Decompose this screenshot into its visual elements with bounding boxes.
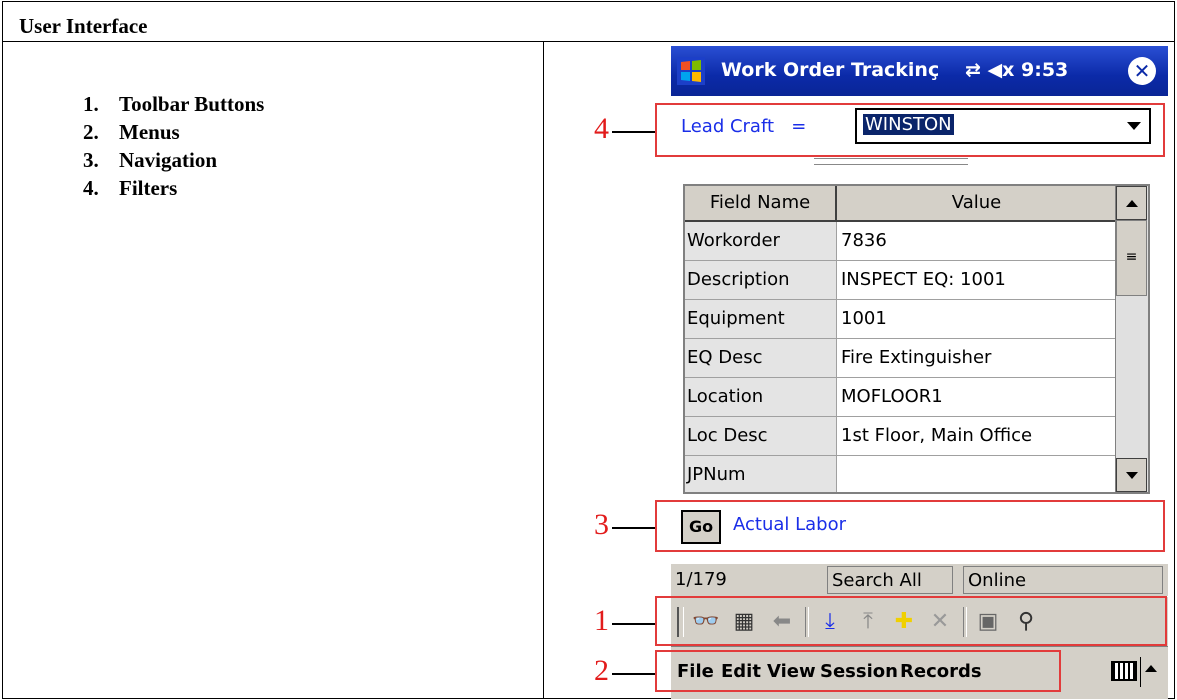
- chevron-up-icon: [1126, 200, 1138, 207]
- page-title: User Interface: [19, 14, 148, 38]
- field-name-cell: Loc Desc: [685, 417, 837, 455]
- column-header-field-name[interactable]: Field Name: [685, 186, 837, 220]
- value-cell[interactable]: 1001: [837, 300, 1120, 338]
- close-icon[interactable]: ✕: [1128, 57, 1156, 85]
- table-row[interactable]: Description INSPECT EQ: 1001: [685, 261, 1118, 300]
- grid-header: Field Name Value: [685, 186, 1118, 222]
- callout-number-4: 4: [594, 112, 609, 145]
- field-name-cell: Description: [685, 261, 837, 299]
- legend-label: Toolbar Buttons: [119, 92, 265, 116]
- legend-number: 3.: [83, 148, 99, 172]
- callout-leader: [612, 527, 655, 529]
- search-mode[interactable]: Search All: [827, 566, 953, 594]
- scroll-up-button[interactable]: [1116, 186, 1147, 220]
- connection-mode[interactable]: Online: [963, 566, 1163, 594]
- legend-item-toolbar-buttons: 1. Toolbar Buttons: [83, 90, 264, 118]
- record-grid: Field Name Value Workorder 7836 Descript…: [683, 184, 1150, 494]
- app-title: Work Order Trackinç: [721, 59, 940, 81]
- value-cell[interactable]: [837, 456, 1120, 492]
- legend-item-menus: 2. Menus: [83, 118, 264, 146]
- record-counter: 1/179: [675, 569, 727, 590]
- keyboard-separator: [1140, 657, 1141, 687]
- title-bar: Work Order Trackinç ⇄ ◀x 9:53 ✕: [671, 46, 1168, 96]
- legend-label: Menus: [119, 120, 180, 144]
- callout-leader: [612, 673, 655, 675]
- callout-number-1: 1: [594, 604, 609, 637]
- callout-number-3: 3: [594, 508, 609, 541]
- splitter-handle[interactable]: [814, 158, 968, 165]
- legend-label: Filters: [119, 176, 178, 200]
- field-name-cell: Equipment: [685, 300, 837, 338]
- value-cell[interactable]: Fire Extinguisher: [837, 339, 1120, 377]
- callout-box-filters: [655, 103, 1165, 157]
- column-divider: [543, 42, 544, 698]
- scroll-thumb[interactable]: ≡: [1116, 220, 1147, 296]
- callout-leader: [612, 623, 655, 625]
- legend-item-navigation: 3. Navigation: [83, 146, 264, 174]
- table-row[interactable]: Location MOFLOOR1: [685, 378, 1118, 417]
- column-header-value[interactable]: Value: [837, 186, 1118, 220]
- keyboard-icon[interactable]: [1111, 661, 1137, 681]
- value-cell[interactable]: 7836: [837, 222, 1120, 260]
- table-row[interactable]: Equipment 1001: [685, 300, 1118, 339]
- field-name-cell: Workorder: [685, 222, 837, 260]
- field-name-cell: Location: [685, 378, 837, 416]
- value-cell[interactable]: INSPECT EQ: 1001: [837, 261, 1120, 299]
- vertical-scrollbar[interactable]: ≡: [1115, 186, 1148, 492]
- status-bar: 1/179 Search All Online: [671, 564, 1168, 596]
- table-row[interactable]: Loc Desc 1st Floor, Main Office: [685, 417, 1118, 456]
- chevron-down-icon: [1126, 472, 1138, 479]
- callout-leader: [612, 131, 655, 133]
- legend-label: Navigation: [119, 148, 218, 172]
- table-header: User Interface: [3, 2, 1174, 42]
- table-row[interactable]: JPNum: [685, 456, 1120, 492]
- legend-number: 4.: [83, 176, 99, 200]
- scroll-down-button[interactable]: [1116, 458, 1147, 492]
- chevron-up-icon[interactable]: [1145, 665, 1157, 672]
- callout-box-toolbar: [655, 596, 1167, 646]
- legend-number: 1.: [83, 92, 99, 116]
- legend-number: 2.: [83, 120, 99, 144]
- legend-item-filters: 4. Filters: [83, 174, 264, 202]
- legend-list: 1. Toolbar Buttons 2. Menus 3. Navigation 4…: [83, 90, 264, 202]
- callout-number-2: 2: [594, 654, 609, 687]
- system-status[interactable]: ⇄ ◀x 9:53: [965, 59, 1068, 81]
- field-name-cell: JPNum: [685, 456, 837, 492]
- windows-start-icon[interactable]: [677, 57, 705, 85]
- table-row[interactable]: EQ Desc Fire Extinguisher: [685, 339, 1118, 378]
- table-row[interactable]: Workorder 7836: [685, 222, 1118, 261]
- value-cell[interactable]: 1st Floor, Main Office: [837, 417, 1120, 455]
- callout-box-menus: [655, 650, 1061, 692]
- value-cell[interactable]: MOFLOOR1: [837, 378, 1120, 416]
- field-name-cell: EQ Desc: [685, 339, 837, 377]
- callout-box-navigation: [655, 500, 1165, 552]
